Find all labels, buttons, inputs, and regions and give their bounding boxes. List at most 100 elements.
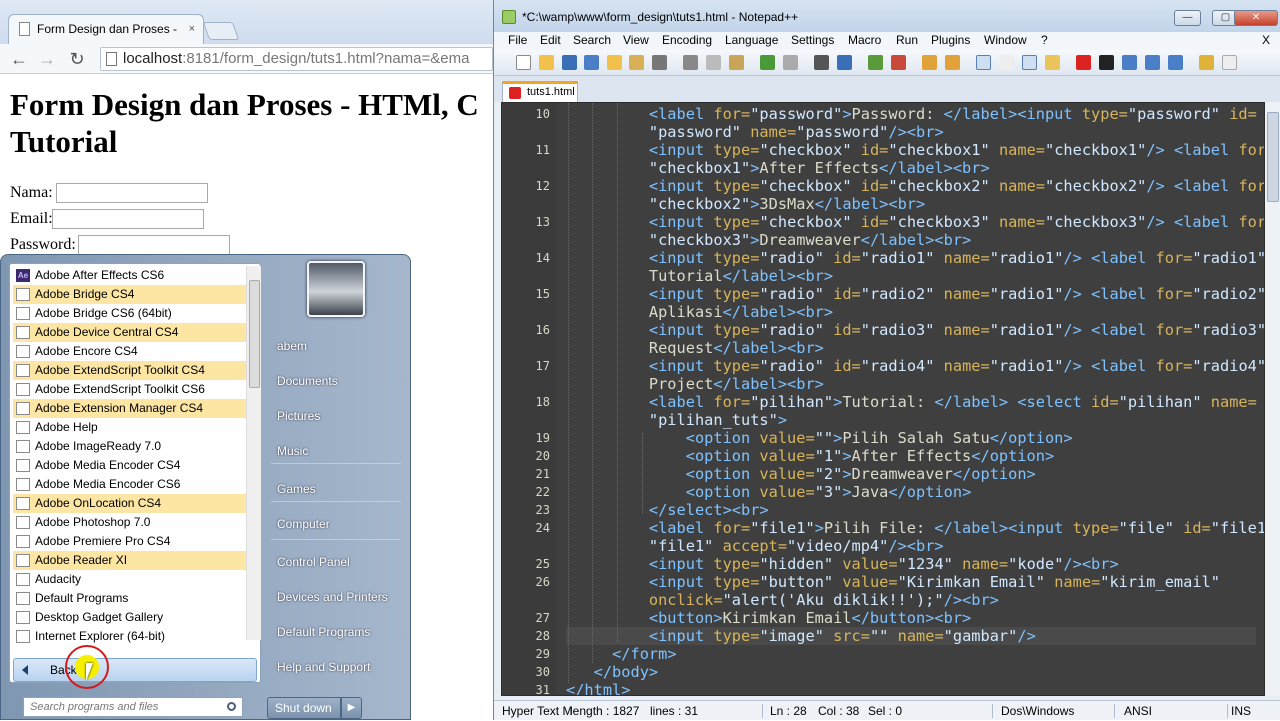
- save-all-icon[interactable]: [584, 55, 599, 70]
- back-button[interactable]: Back: [13, 658, 257, 682]
- record-macro-icon[interactable]: [1076, 55, 1091, 70]
- redo-icon[interactable]: [783, 55, 798, 70]
- sync-v-icon[interactable]: [922, 55, 937, 70]
- program-item[interactable]: Adobe Help: [13, 418, 246, 437]
- shutdown-options-arrow-icon[interactable]: ▶: [341, 697, 362, 719]
- show-all-chars-icon[interactable]: [999, 55, 1014, 70]
- email-input[interactable]: [52, 209, 204, 229]
- menu-language[interactable]: Language: [725, 32, 778, 49]
- start-link-devices-and-printers[interactable]: Devices and Printers: [277, 590, 388, 604]
- status-col: Col : 38: [818, 704, 860, 718]
- program-item[interactable]: Adobe Premiere Pro CS4: [13, 532, 246, 551]
- title-bar: *C:\wamp\www\form_design\tuts1.html - No…: [494, 0, 1280, 32]
- word-wrap-icon[interactable]: [976, 55, 991, 70]
- plugin-icon[interactable]: [1199, 55, 1214, 70]
- menu-view[interactable]: View: [623, 32, 649, 49]
- start-link-pictures[interactable]: Pictures: [277, 409, 320, 423]
- spell-check-icon[interactable]: [1222, 55, 1237, 70]
- program-item[interactable]: Adobe Extension Manager CS4: [13, 399, 246, 418]
- menu-encoding[interactable]: Encoding: [662, 32, 712, 49]
- indent-guide-icon[interactable]: [1022, 55, 1037, 70]
- start-link-music[interactable]: Music: [277, 444, 308, 458]
- program-item[interactable]: Adobe ImageReady 7.0: [13, 437, 246, 456]
- cut-icon[interactable]: [683, 55, 698, 70]
- start-search-input[interactable]: Search programs and files: [23, 697, 243, 717]
- browser-tab[interactable]: Form Design dan Proses - ×: [8, 14, 204, 44]
- program-item[interactable]: Adobe Photoshop 7.0: [13, 513, 246, 532]
- zoom-in-icon[interactable]: [868, 55, 883, 70]
- minimize-button[interactable]: —: [1174, 10, 1201, 26]
- print-icon[interactable]: [652, 55, 667, 70]
- menu-search[interactable]: Search: [573, 32, 611, 49]
- code-editor[interactable]: 10 11 12 13 14 15 16 17 18 19 20 21 22 23 24 25 26 27 28 29…: [501, 102, 1265, 696]
- new-tab-button[interactable]: [202, 22, 240, 40]
- open-file-icon[interactable]: [539, 55, 554, 70]
- undo-icon[interactable]: [760, 55, 775, 70]
- play-macro-icon[interactable]: [1122, 55, 1137, 70]
- stop-macro-icon[interactable]: [1099, 55, 1114, 70]
- program-item[interactable]: Adobe ExtendScript Toolkit CS4: [13, 361, 246, 380]
- start-link-control-panel[interactable]: Control Panel: [277, 555, 350, 569]
- menu-settings[interactable]: Settings: [791, 32, 834, 49]
- scrollbar-thumb[interactable]: [249, 280, 260, 388]
- address-bar[interactable]: localhost:8181/form_design/tuts1.html?na…: [100, 47, 493, 71]
- program-item[interactable]: Adobe Bridge CS4: [13, 285, 246, 304]
- zoom-out-icon[interactable]: [891, 55, 906, 70]
- program-item[interactable]: Adobe Encore CS4: [13, 342, 246, 361]
- password-input[interactable]: [78, 235, 230, 255]
- copy-icon[interactable]: [706, 55, 721, 70]
- program-item[interactable]: Audacity: [13, 570, 246, 589]
- start-link-documents[interactable]: Documents: [277, 374, 338, 388]
- program-item[interactable]: Desktop Gadget Gallery: [13, 608, 246, 627]
- run-multiple-macro-icon[interactable]: [1145, 55, 1160, 70]
- find-icon[interactable]: [814, 55, 829, 70]
- program-item[interactable]: Adobe OnLocation CS4: [13, 494, 246, 513]
- menu-run[interactable]: Run: [896, 32, 918, 49]
- reload-icon[interactable]: ↻: [66, 48, 88, 70]
- editor-vertical-scrollbar[interactable]: [1265, 102, 1280, 696]
- menu-plugins[interactable]: Plugins: [931, 32, 970, 49]
- program-item[interactable]: Internet Explorer (64-bit): [13, 627, 246, 646]
- close-file-icon[interactable]: [607, 55, 622, 70]
- program-item[interactable]: Adobe Media Encoder CS6: [13, 475, 246, 494]
- program-item[interactable]: Default Programs: [13, 589, 246, 608]
- tab-close-icon[interactable]: ×: [189, 15, 195, 43]
- program-label: Adobe Premiere Pro CS4: [35, 534, 171, 548]
- menu-close-doc[interactable]: X: [1262, 32, 1270, 49]
- menu-edit[interactable]: Edit: [540, 32, 561, 49]
- menu-file[interactable]: File: [508, 32, 527, 49]
- shutdown-button[interactable]: Shut down: [267, 697, 341, 719]
- nama-input[interactable]: [56, 183, 208, 203]
- replace-icon[interactable]: [837, 55, 852, 70]
- start-link-default-programs[interactable]: Default Programs: [277, 625, 370, 639]
- start-link-computer[interactable]: Computer: [277, 517, 330, 531]
- start-link-help-and-support[interactable]: Help and Support: [277, 660, 370, 674]
- user-lang-icon[interactable]: [1045, 55, 1060, 70]
- line-number: 28: [535, 629, 550, 643]
- menu-help[interactable]: ?: [1041, 32, 1048, 49]
- back-arrow-icon[interactable]: ←: [8, 48, 30, 70]
- program-item[interactable]: Ae Adobe After Effects CS6: [13, 266, 246, 285]
- tab-tuts1[interactable]: tuts1.html: [502, 81, 578, 102]
- paste-icon[interactable]: [729, 55, 744, 70]
- program-item[interactable]: Adobe ExtendScript Toolkit CS6: [13, 380, 246, 399]
- start-link-games[interactable]: Games: [277, 482, 316, 496]
- program-item[interactable]: Adobe Device Central CS4: [13, 323, 246, 342]
- code-line-11-wrap: "checkbox1">After Effects</label><br>: [648, 159, 990, 177]
- menu-window[interactable]: Window: [984, 32, 1027, 49]
- program-item[interactable]: Adobe Media Encoder CS4: [13, 456, 246, 475]
- scrollbar-thumb[interactable]: [1267, 112, 1279, 202]
- close-button[interactable]: ✕: [1234, 10, 1278, 26]
- sync-h-icon[interactable]: [945, 55, 960, 70]
- new-file-icon[interactable]: [516, 55, 531, 70]
- program-item[interactable]: Adobe Reader XI: [13, 551, 246, 570]
- user-avatar[interactable]: [307, 261, 365, 317]
- save-icon[interactable]: [562, 55, 577, 70]
- program-item[interactable]: Adobe Bridge CS6 (64bit): [13, 304, 246, 323]
- menu-macro[interactable]: Macro: [848, 32, 881, 49]
- forward-arrow-icon[interactable]: →: [36, 48, 58, 70]
- programs-scrollbar[interactable]: [246, 266, 261, 640]
- close-all-icon[interactable]: [629, 55, 644, 70]
- start-link-abem[interactable]: abem: [277, 339, 307, 353]
- save-macro-icon[interactable]: [1168, 55, 1183, 70]
